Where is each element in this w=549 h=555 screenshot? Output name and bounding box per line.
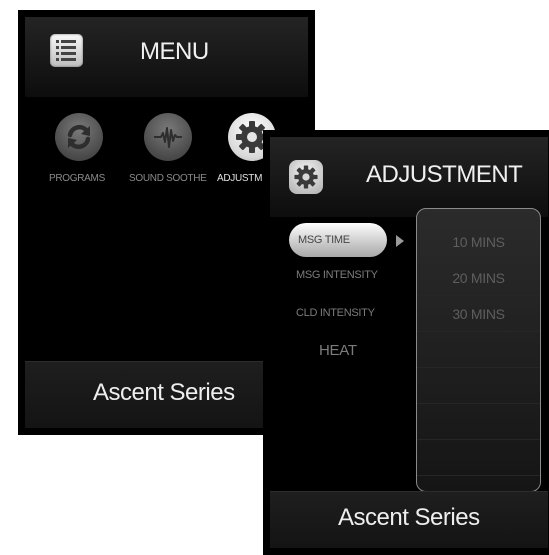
sound-soothe-label: SOUND SOOTHE xyxy=(129,173,207,184)
programs-label: PROGRAMS xyxy=(49,173,105,184)
time-value-list: 10 MINS 20 MINS 30 MINS xyxy=(416,208,541,492)
sound-wave-icon xyxy=(154,127,182,148)
selection-arrow-icon xyxy=(396,235,404,247)
programs-button[interactable] xyxy=(55,113,103,161)
msg-intensity-option[interactable]: MSG INTENSITY xyxy=(296,269,378,281)
menu-title: MENU xyxy=(140,38,209,65)
adjustment-screen: ADJUSTMENT MSG TIME MSG INTENSITY CLD IN… xyxy=(263,130,549,555)
adjustment-title: ADJUSTMENT xyxy=(366,161,523,188)
heat-option[interactable]: HEAT xyxy=(319,342,357,359)
cld-intensity-option[interactable]: CLD INTENSITY xyxy=(296,307,375,319)
menu-list-icon[interactable] xyxy=(50,34,83,67)
time-value-item[interactable]: 30 MINS xyxy=(417,296,540,332)
adjustment-label: ADJUSTM xyxy=(217,173,263,184)
empty-slot xyxy=(417,368,540,404)
time-value-item[interactable]: 10 MINS xyxy=(417,224,540,260)
adjustment-footer: Ascent Series xyxy=(270,491,548,548)
empty-slot xyxy=(417,440,540,476)
brand-footer-text: Ascent Series xyxy=(338,504,480,531)
empty-slot xyxy=(417,332,540,368)
empty-slot xyxy=(417,404,540,440)
sound-soothe-button[interactable] xyxy=(144,113,192,161)
brand-footer-text: Ascent Series xyxy=(93,379,235,406)
msg-time-option[interactable]: MSG TIME xyxy=(289,223,387,257)
gear-icon xyxy=(289,160,323,194)
time-value-item[interactable]: 20 MINS xyxy=(417,260,540,296)
adjustment-header: ADJUSTMENT xyxy=(270,137,548,217)
menu-header: MENU xyxy=(25,17,308,97)
refresh-icon xyxy=(67,124,91,150)
